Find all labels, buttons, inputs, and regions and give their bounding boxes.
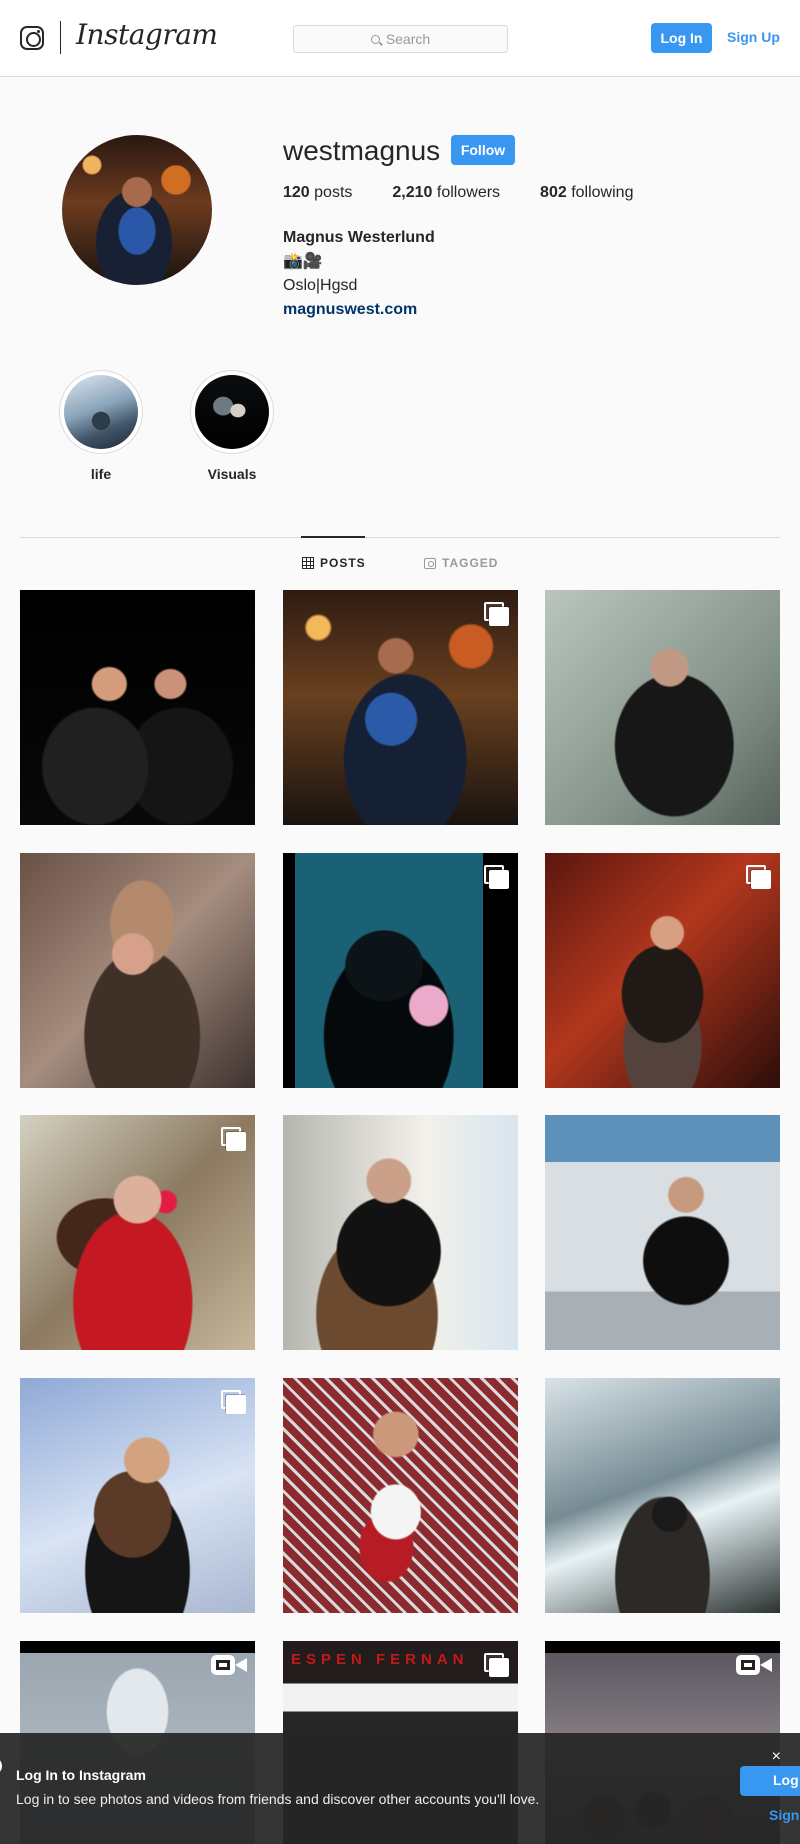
highlight-visuals[interactable]: Visuals bbox=[189, 370, 275, 482]
profile-full-name: Magnus Westerlund bbox=[283, 229, 435, 246]
banner-login-button[interactable]: Log bbox=[740, 1766, 800, 1796]
top-navigation: Instagram Search Log In Sign Up bbox=[0, 0, 800, 77]
login-prompt-banner: Log In to Instagram Log in to see photos… bbox=[0, 1733, 800, 1844]
signup-link[interactable]: Sign Up bbox=[727, 29, 780, 45]
followers-count[interactable]: 2,210 followers bbox=[392, 184, 500, 202]
profile-stats: 120 posts 2,210 followers 802 following bbox=[283, 184, 673, 202]
logo-divider bbox=[60, 21, 61, 54]
search-input[interactable]: Search bbox=[293, 25, 508, 53]
following-count[interactable]: 802 following bbox=[540, 184, 633, 202]
post-12[interactable] bbox=[545, 1378, 780, 1613]
post-3[interactable] bbox=[545, 590, 780, 825]
post-11[interactable] bbox=[283, 1378, 518, 1613]
posts-count: 120 posts bbox=[283, 184, 353, 201]
profile-website-link[interactable]: magnuswest.com bbox=[283, 298, 435, 322]
tab-posts[interactable]: POSTS bbox=[302, 556, 366, 570]
profile-location: Oslo|Hgsd bbox=[283, 277, 358, 294]
post-5[interactable] bbox=[283, 853, 518, 1088]
profile-bio: Magnus Westerlund 📸🎥 Oslo|Hgsd magnuswes… bbox=[283, 226, 435, 322]
post-2[interactable] bbox=[283, 590, 518, 825]
post-overlay-text: ESPEN FERNAN bbox=[291, 1651, 469, 1668]
video-icon bbox=[211, 1655, 247, 1677]
tag-icon bbox=[424, 557, 436, 569]
highlight-label: life bbox=[90, 466, 112, 482]
post-1[interactable] bbox=[20, 590, 255, 825]
follow-button[interactable]: Follow bbox=[451, 135, 515, 165]
multiple-posts-icon bbox=[484, 602, 509, 626]
highlight-visuals-image bbox=[195, 375, 269, 449]
multiple-posts-icon bbox=[221, 1127, 246, 1151]
highlight-ring bbox=[59, 370, 143, 454]
post-8[interactable] bbox=[283, 1115, 518, 1350]
content-divider bbox=[20, 537, 780, 538]
post-10[interactable] bbox=[20, 1378, 255, 1613]
multiple-posts-icon bbox=[484, 865, 509, 889]
search-icon bbox=[370, 34, 380, 44]
highlight-label: Visuals bbox=[207, 466, 257, 482]
active-tab-indicator bbox=[301, 536, 365, 538]
login-button[interactable]: Log In bbox=[651, 23, 712, 53]
highlight-life-image bbox=[64, 375, 138, 449]
post-6[interactable] bbox=[545, 853, 780, 1088]
instagram-camera-icon bbox=[0, 1757, 2, 1775]
banner-title: Log In to Instagram bbox=[16, 1767, 146, 1783]
multiple-posts-icon bbox=[484, 1653, 509, 1677]
instagram-camera-icon[interactable] bbox=[20, 26, 44, 50]
banner-message: Log in to see photos and videos from fri… bbox=[16, 1791, 540, 1807]
multiple-posts-icon bbox=[746, 865, 771, 889]
highlight-life[interactable]: life bbox=[58, 370, 144, 482]
close-icon[interactable]: × bbox=[772, 1748, 781, 1766]
post-9[interactable] bbox=[545, 1115, 780, 1350]
highlight-ring bbox=[190, 370, 274, 454]
post-7[interactable] bbox=[20, 1115, 255, 1350]
video-icon bbox=[736, 1655, 772, 1677]
tab-label: TAGGED bbox=[442, 556, 499, 570]
profile-username: westmagnus bbox=[283, 135, 441, 166]
multiple-posts-icon bbox=[221, 1390, 246, 1414]
instagram-wordmark[interactable]: Instagram bbox=[76, 18, 218, 51]
post-4[interactable] bbox=[20, 853, 255, 1088]
tab-label: POSTS bbox=[320, 556, 366, 570]
grid-icon bbox=[302, 557, 314, 569]
tab-tagged[interactable]: TAGGED bbox=[424, 556, 498, 570]
banner-signup-link[interactable]: Sign bbox=[769, 1807, 799, 1823]
profile-emoji-line: 📸🎥 bbox=[283, 253, 323, 270]
profile-avatar[interactable] bbox=[62, 135, 212, 285]
search-placeholder: Search bbox=[385, 31, 431, 47]
